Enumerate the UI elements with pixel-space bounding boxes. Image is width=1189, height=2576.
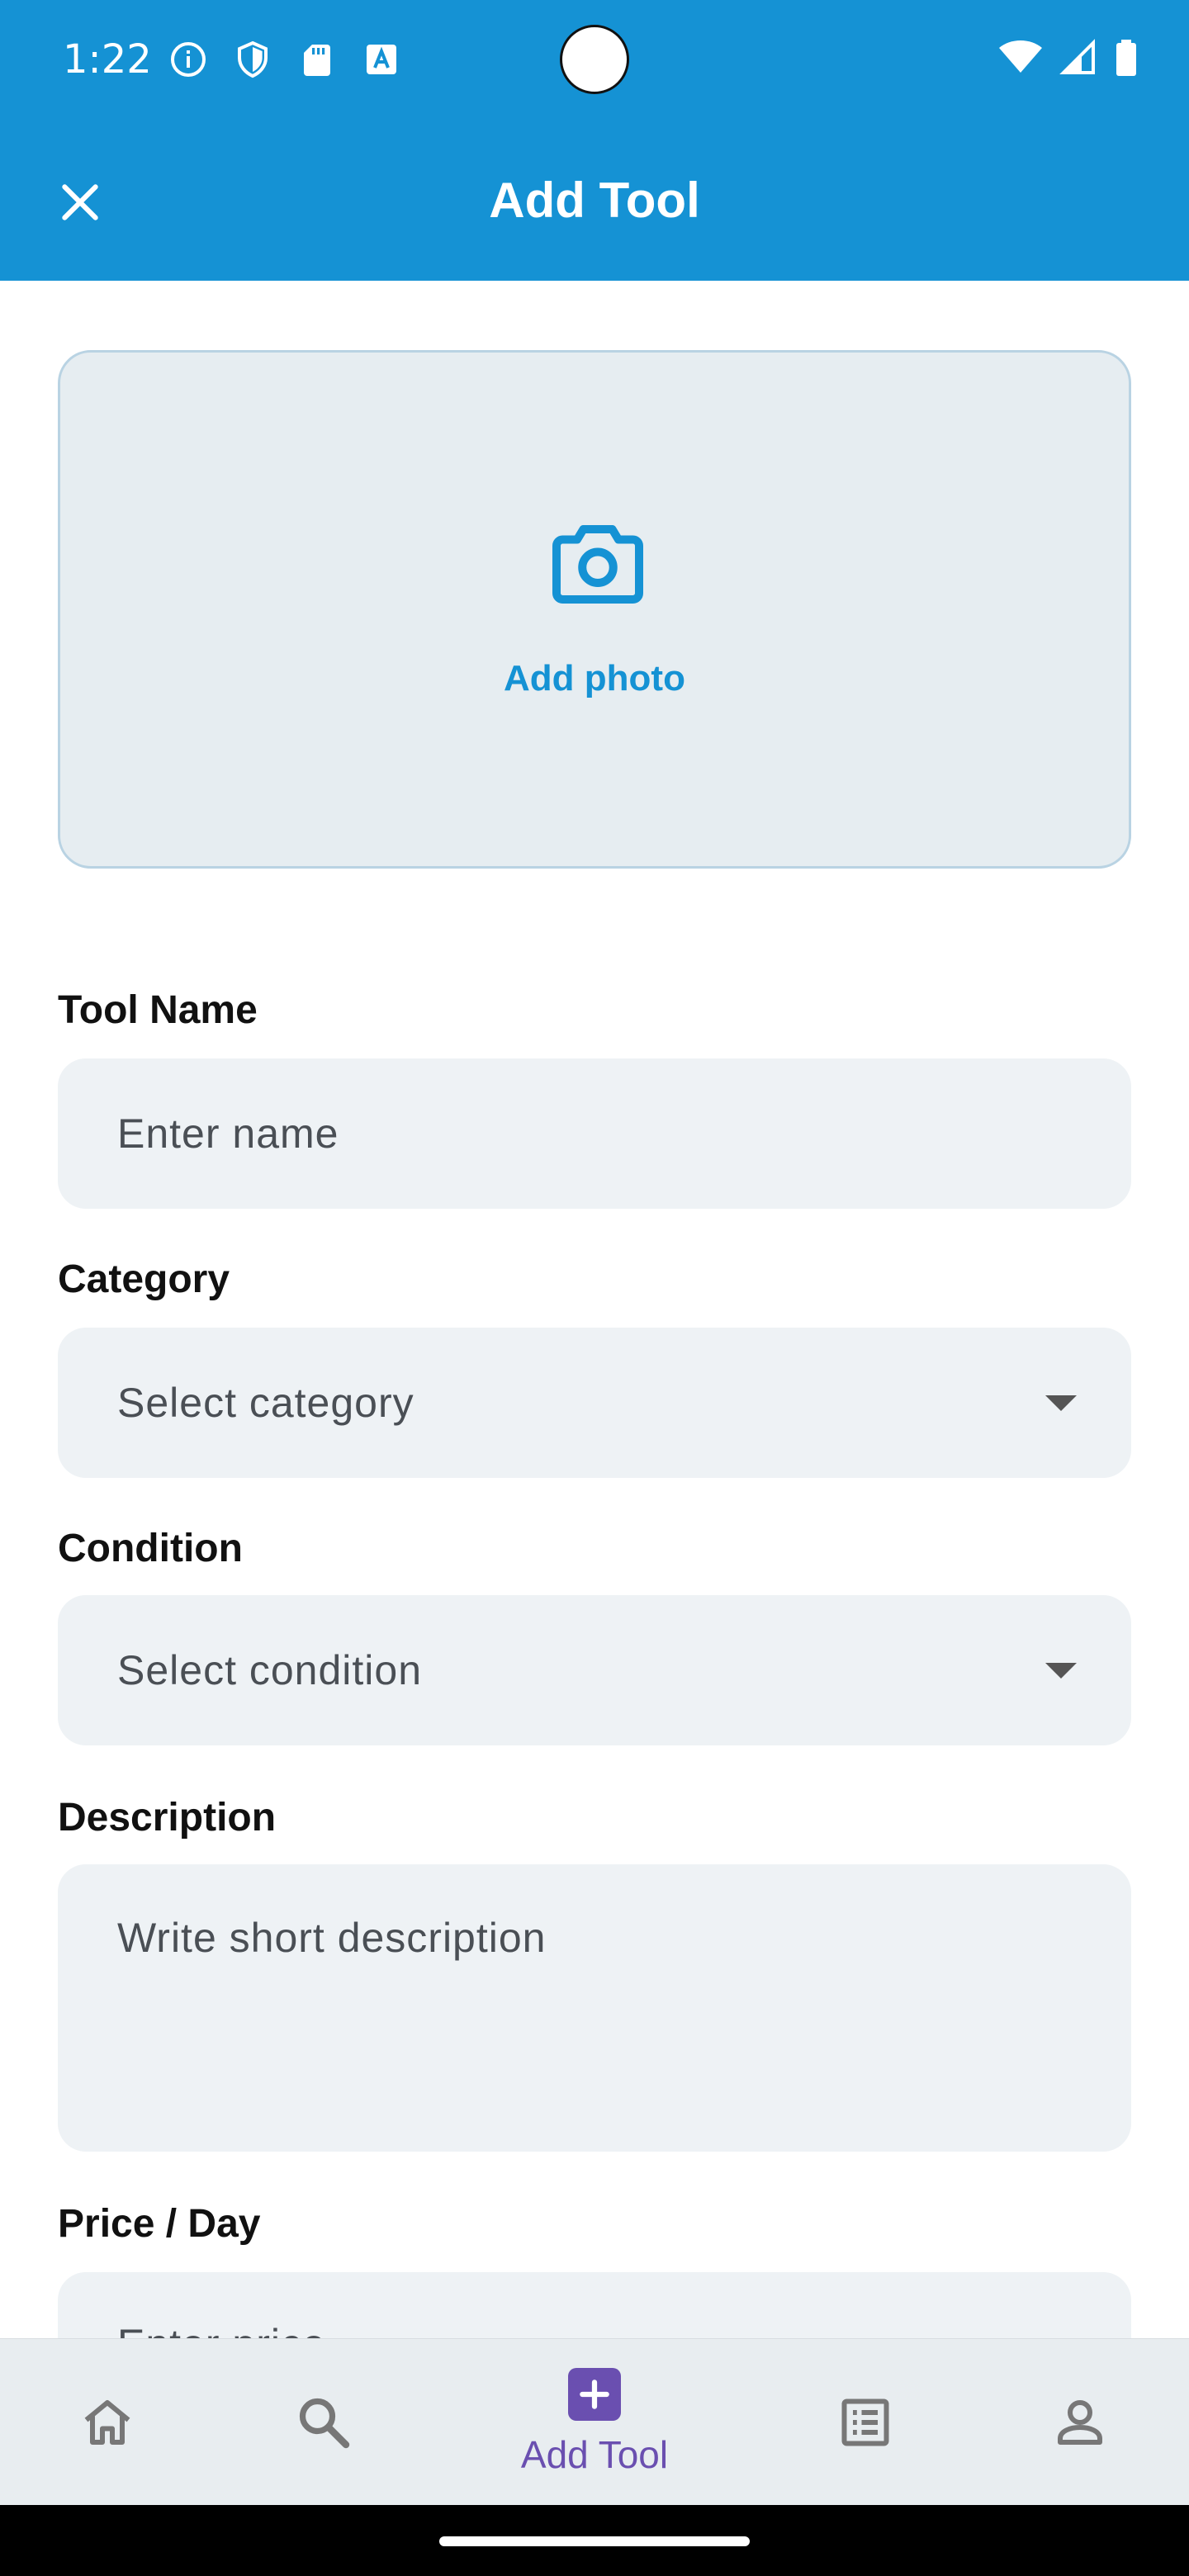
- category-placeholder: Select category: [117, 1380, 414, 1426]
- nav-search[interactable]: [266, 2339, 381, 2506]
- battery-icon: [1113, 38, 1139, 82]
- nav-list[interactable]: [808, 2339, 923, 2506]
- chevron-down-icon: [1045, 1395, 1077, 1411]
- home-gesture-handle[interactable]: [439, 2536, 750, 2546]
- price-label: Price / Day: [58, 2202, 261, 2246]
- description-label: Description: [58, 1796, 277, 1840]
- status-bar: 1:22: [0, 0, 1189, 124]
- shield-icon: [233, 40, 272, 79]
- condition-placeholder: Select condition: [117, 1647, 423, 1693]
- top-bar: 1:22 Add Tool: [0, 0, 1189, 281]
- home-icon: [84, 2400, 130, 2445]
- page-title: Add Tool: [489, 173, 700, 228]
- category-select[interactable]: Select category: [58, 1328, 1131, 1478]
- nav-home[interactable]: [50, 2339, 165, 2506]
- gesture-bar: [0, 2505, 1189, 2576]
- camera-cutout: [560, 25, 629, 94]
- cell-signal-icon: [1059, 38, 1098, 82]
- condition-select[interactable]: Select condition: [58, 1595, 1131, 1745]
- nav-add-tool-label: Add Tool: [520, 2433, 669, 2476]
- tool-name-placeholder: Enter name: [117, 1110, 339, 1157]
- condition-label: Condition: [58, 1527, 243, 1570]
- tool-name-label: Tool Name: [58, 988, 258, 1032]
- description-placeholder: Write short description: [117, 1915, 547, 1961]
- category-label: Category: [58, 1257, 230, 1301]
- add-tool-screen: 1:22 Add Tool Add photo Tool Name Enter …: [0, 0, 1189, 2576]
- status-left-icons: [168, 40, 401, 79]
- nav-add-tool[interactable]: Add Tool: [462, 2339, 727, 2506]
- chevron-down-icon: [1045, 1663, 1077, 1679]
- camera-icon: [552, 525, 643, 604]
- search-icon: [299, 2398, 350, 2449]
- list-icon: [841, 2398, 889, 2446]
- person-icon: [1058, 2400, 1102, 2445]
- wifi-icon: [997, 38, 1044, 82]
- status-right-icons: [997, 38, 1139, 82]
- tool-name-input[interactable]: Enter name: [58, 1058, 1131, 1209]
- nav-profile[interactable]: [1022, 2339, 1138, 2506]
- sd-card-icon: [297, 40, 337, 79]
- app-bar: Add Tool: [0, 124, 1189, 281]
- add-photo-label: Add photo: [504, 658, 685, 698]
- bottom-navigation: Add Tool: [0, 2338, 1189, 2505]
- description-textarea[interactable]: Write short description: [58, 1864, 1131, 2152]
- status-time: 1:22: [63, 36, 152, 83]
- add-box-icon: [568, 2368, 621, 2421]
- font-a-icon: [362, 40, 401, 79]
- add-photo-button[interactable]: Add photo: [58, 350, 1131, 869]
- info-icon: [168, 40, 208, 79]
